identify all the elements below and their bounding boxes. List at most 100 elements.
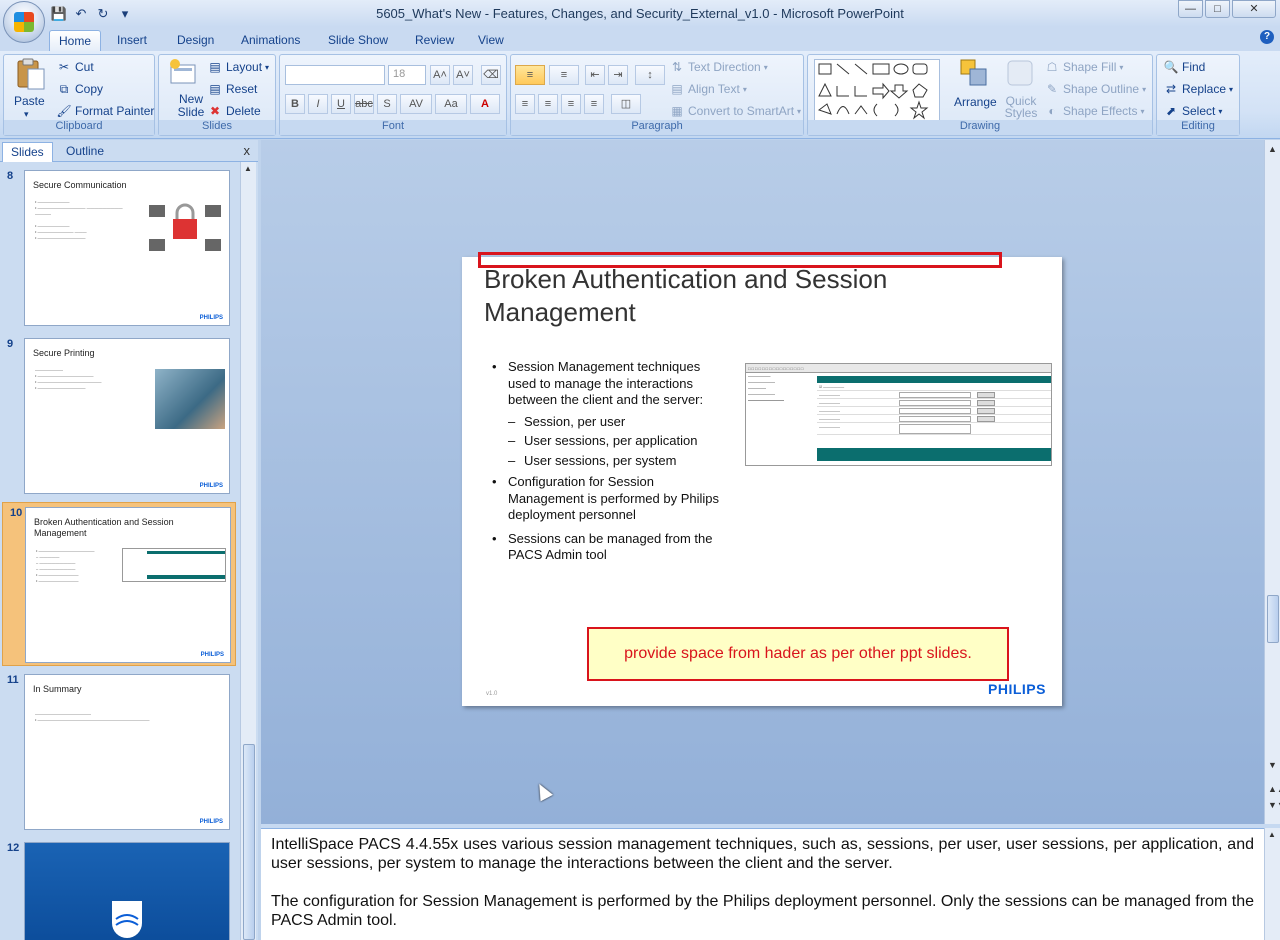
reset-icon: ▤ — [209, 82, 221, 96]
notes-scrollbar[interactable]: ▲ — [1264, 828, 1280, 940]
title-bar: 💾 ↶ ↻ ▾ 5605_What's New - Features, Chan… — [0, 0, 1280, 27]
shapes-gallery[interactable] — [814, 59, 940, 121]
columns-icon[interactable]: ◫ — [611, 94, 641, 114]
shape-effects-button[interactable]: ◐ Shape Effects ▾ — [1044, 103, 1144, 119]
find-button[interactable]: 🔍 Find — [1163, 59, 1206, 75]
sub-bullet-item: Session, per user — [490, 414, 730, 431]
slide-thumbnail-11[interactable]: 11 In Summary —————————————— • ——————————… — [0, 670, 238, 834]
previous-slide-icon[interactable]: ▲▲ — [1268, 784, 1280, 794]
cut-button[interactable]: ✂ Cut — [56, 59, 94, 75]
delete-button[interactable]: ✖ Delete — [207, 103, 261, 119]
scroll-up-icon[interactable]: ▲ — [1268, 830, 1276, 839]
scroll-up-icon[interactable]: ▲ — [1268, 144, 1277, 154]
underline-icon[interactable]: U — [331, 94, 351, 114]
arrange-button[interactable]: Arrange — [954, 95, 997, 109]
quick-styles-button[interactable]: Quick Styles — [1004, 95, 1038, 119]
decrease-indent-icon[interactable]: ⇤ — [585, 65, 605, 85]
thumbnail-logo: PHILIPS — [199, 315, 223, 321]
paste-button[interactable]: Paste — [14, 94, 45, 108]
scroll-down-icon[interactable]: ▼ — [1268, 760, 1277, 770]
font-name-field[interactable] — [285, 65, 385, 85]
tab-animations[interactable]: Animations — [232, 30, 309, 51]
paragraph-group: ≡ ≡ ⇤ ⇥ ↕ ≡ ≡ ≡ ≡ ◫ ⇅ Text Direction ▾ ▤ Al… — [510, 54, 804, 136]
align-text-icon: ▤ — [671, 82, 683, 96]
review-comment-box[interactable]: provide space from hader as per other pp… — [587, 627, 1009, 681]
align-text-button[interactable]: ▤ Align Text ▾ — [669, 81, 747, 97]
scroll-up-icon[interactable]: ▲ — [244, 164, 252, 173]
strikethrough-icon[interactable]: abc — [354, 94, 374, 114]
replace-button[interactable]: ⇄ Replace ▾ — [1163, 81, 1233, 97]
scroll-thumb[interactable] — [1267, 595, 1279, 643]
slide-thumbnail-9[interactable]: 9 Secure Printing ——————— • —————————————… — [0, 334, 238, 498]
office-button[interactable] — [3, 1, 45, 43]
shape-fill-button[interactable]: ☖ Shape Fill ▾ — [1044, 59, 1124, 75]
align-right-icon[interactable]: ≡ — [561, 94, 581, 114]
review-highlight-rectangle[interactable] — [478, 252, 1002, 268]
convert-smartart-button[interactable]: ▦ Convert to SmartArt ▾ — [669, 103, 801, 119]
shrink-font-icon[interactable]: A˅ — [453, 65, 473, 85]
slide-body[interactable]: Session Management techniques used to ma… — [490, 359, 730, 571]
slide-number: 9 — [7, 338, 14, 350]
character-spacing-icon[interactable]: AV — [400, 94, 432, 114]
bullets-icon[interactable]: ≡ — [515, 65, 545, 85]
slide-thumbnail-10[interactable]: 10 Broken Authentication and Session Man… — [2, 502, 236, 666]
select-button[interactable]: ⬈ Select ▾ — [1163, 103, 1222, 119]
line-spacing-icon[interactable]: ↕ — [635, 65, 665, 85]
align-center-icon[interactable]: ≡ — [538, 94, 558, 114]
slide-title[interactable]: Broken Authentication and Session Manage… — [484, 263, 964, 329]
paint-bucket-icon: ☖ — [1046, 60, 1058, 74]
slide-scrollbar[interactable]: ▲ ▼ ▲▲ ▼▼ — [1264, 140, 1280, 824]
bold-icon[interactable]: B — [285, 94, 305, 114]
slide-thumbnail-8[interactable]: 8 Secure Communication • ———————— • ————… — [0, 166, 238, 330]
tab-view[interactable]: View — [469, 30, 513, 51]
layout-button[interactable]: ▤ Layout ▾ — [207, 59, 269, 75]
philips-logo: PHILIPS — [988, 681, 1046, 697]
bullet-item: Sessions can be managed from the PACS Ad… — [490, 531, 730, 564]
slide-thumbnail-12[interactable]: 12 — [0, 838, 238, 940]
copy-button[interactable]: ⧉ Copy — [56, 81, 103, 97]
help-icon[interactable]: ? — [1260, 30, 1274, 44]
font-size-field[interactable]: 18 — [388, 65, 426, 85]
scroll-thumb[interactable] — [243, 744, 255, 940]
notes-pane[interactable]: IntelliSpace PACS 4.4.55x uses various s… — [261, 828, 1264, 940]
smartart-icon: ▦ — [671, 104, 683, 118]
lock-network-icon — [149, 203, 221, 251]
paste-dropdown-icon[interactable]: ▾ — [24, 109, 29, 120]
ribbon: Paste ▾ ✂ Cut ⧉ Copy 🖌 Format Painter Clipb… — [0, 51, 1280, 139]
close-pane-icon[interactable]: x — [244, 143, 251, 158]
thumbnail-text: • ———————— • ———————————— ————————— ————… — [35, 199, 123, 240]
arrange-icon — [958, 57, 990, 89]
justify-icon[interactable]: ≡ — [584, 94, 604, 114]
replace-label: Replace — [1182, 82, 1227, 96]
cut-label: Cut — [75, 60, 94, 74]
close-button[interactable]: ✕ — [1232, 0, 1276, 18]
tab-slide-show[interactable]: Slide Show — [319, 30, 397, 51]
format-painter-button[interactable]: 🖌 Format Painter — [56, 103, 154, 119]
tab-insert[interactable]: Insert — [108, 30, 156, 51]
shadow-icon[interactable]: S — [377, 94, 397, 114]
tab-slides[interactable]: Slides — [2, 142, 53, 162]
tab-review[interactable]: Review — [406, 30, 463, 51]
new-slide-button[interactable]: New Slide — [171, 93, 211, 119]
clear-formatting-icon[interactable]: ⌫ — [481, 65, 501, 85]
change-case-icon[interactable]: Aa — [435, 94, 467, 114]
maximize-button[interactable]: □ — [1205, 0, 1230, 18]
reset-button[interactable]: ▤ Reset — [207, 81, 257, 97]
font-color-icon[interactable]: A — [470, 94, 500, 114]
numbering-icon[interactable]: ≡ — [549, 65, 579, 85]
ribbon-tabs: Home Insert Design Animations Slide Show… — [0, 27, 1280, 51]
slides-pane-scrollbar[interactable]: ▲ — [240, 162, 256, 940]
tab-outline[interactable]: Outline — [58, 142, 112, 162]
shape-outline-button[interactable]: ✎ Shape Outline ▾ — [1044, 81, 1146, 97]
grow-font-icon[interactable]: A˄ — [430, 65, 450, 85]
align-left-icon[interactable]: ≡ — [515, 94, 535, 114]
tab-home[interactable]: Home — [49, 30, 102, 51]
text-direction-button[interactable]: ⇅ Text Direction ▾ — [669, 59, 768, 75]
shape-fill-label: Shape Fill — [1063, 60, 1117, 74]
increase-indent-icon[interactable]: ⇥ — [608, 65, 628, 85]
tab-design[interactable]: Design — [168, 30, 223, 51]
italic-icon[interactable]: I — [308, 94, 328, 114]
next-slide-icon[interactable]: ▼▼ — [1268, 800, 1280, 810]
minimize-button[interactable]: — — [1178, 0, 1203, 18]
slide-screenshot-image[interactable]: □ □ □ □ □ □ □ □ □ □ □ □ □ □ □ □ ————— ———… — [745, 363, 1052, 466]
